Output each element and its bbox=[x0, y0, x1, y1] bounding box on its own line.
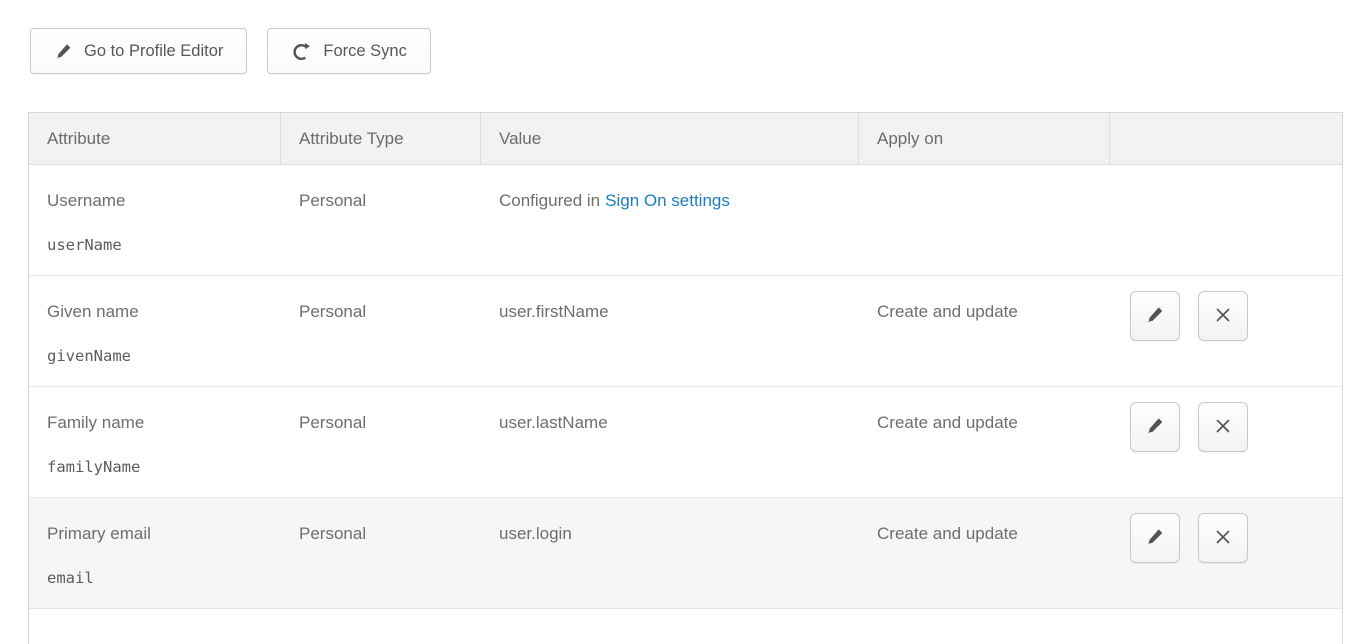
column-header-apply-on: Apply on bbox=[859, 113, 1110, 164]
table-row: Family name familyName Personal user.las… bbox=[29, 387, 1342, 498]
apply-on-value bbox=[859, 165, 1110, 275]
attribute-variable: familyName bbox=[47, 458, 271, 476]
pencil-icon bbox=[1145, 416, 1165, 439]
attribute-label: Given name bbox=[47, 302, 271, 322]
value-text: Configured in bbox=[499, 191, 600, 210]
value-cell: user.login bbox=[481, 498, 859, 608]
attribute-mappings-page: Go to Profile Editor Force Sync Attribut… bbox=[0, 0, 1370, 644]
attribute-type: Personal bbox=[281, 387, 481, 497]
delete-attribute-button[interactable] bbox=[1198, 402, 1248, 452]
close-icon bbox=[1213, 527, 1233, 550]
apply-on-value: Create and update bbox=[859, 498, 1110, 608]
go-to-profile-editor-label: Go to Profile Editor bbox=[84, 42, 223, 61]
column-header-actions bbox=[1110, 113, 1342, 164]
force-sync-label: Force Sync bbox=[323, 42, 406, 61]
edit-attribute-button[interactable] bbox=[1130, 402, 1180, 452]
table-row: Username userName Personal Configured in… bbox=[29, 165, 1342, 276]
table-header-row: Attribute Attribute Type Value Apply on bbox=[29, 113, 1342, 165]
value-cell: user.lastName bbox=[481, 387, 859, 497]
attribute-cell: Username userName bbox=[29, 165, 281, 275]
attribute-variable: userName bbox=[47, 236, 271, 254]
attribute-cell: Family name familyName bbox=[29, 387, 281, 497]
column-header-value: Value bbox=[481, 113, 859, 164]
edit-attribute-button[interactable] bbox=[1130, 291, 1180, 341]
pencil-icon bbox=[54, 42, 73, 61]
attribute-variable: givenName bbox=[47, 347, 271, 365]
go-to-profile-editor-button[interactable]: Go to Profile Editor bbox=[30, 28, 247, 74]
attribute-type: Personal bbox=[281, 498, 481, 608]
sign-on-settings-link[interactable]: Sign On settings bbox=[605, 191, 730, 210]
row-actions bbox=[1110, 276, 1248, 386]
delete-attribute-button[interactable] bbox=[1198, 513, 1248, 563]
attribute-mapping-table: Attribute Attribute Type Value Apply on … bbox=[28, 112, 1343, 644]
row-actions bbox=[1110, 387, 1248, 497]
attribute-label: Username bbox=[47, 191, 271, 211]
attribute-label: Family name bbox=[47, 413, 271, 433]
delete-attribute-button[interactable] bbox=[1198, 291, 1248, 341]
table-row: Given name givenName Personal user.first… bbox=[29, 276, 1342, 387]
pencil-icon bbox=[1145, 527, 1165, 550]
pencil-icon bbox=[1145, 305, 1165, 328]
row-actions bbox=[1110, 498, 1248, 608]
attribute-label: Primary email bbox=[47, 524, 271, 544]
toolbar: Go to Profile Editor Force Sync bbox=[30, 28, 431, 74]
force-sync-button[interactable]: Force Sync bbox=[267, 28, 430, 74]
value-text: user.login bbox=[499, 524, 572, 543]
column-header-attribute: Attribute bbox=[29, 113, 281, 164]
value-cell: user.firstName bbox=[481, 276, 859, 386]
table-body: Username userName Personal Configured in… bbox=[29, 165, 1342, 609]
close-icon bbox=[1213, 305, 1233, 328]
value-text: user.firstName bbox=[499, 302, 609, 321]
attribute-type: Personal bbox=[281, 276, 481, 386]
apply-on-value: Create and update bbox=[859, 387, 1110, 497]
column-header-attribute-type: Attribute Type bbox=[281, 113, 481, 164]
attribute-cell: Primary email email bbox=[29, 498, 281, 608]
value-text: user.lastName bbox=[499, 413, 608, 432]
attribute-type: Personal bbox=[281, 165, 481, 275]
row-actions bbox=[1110, 165, 1130, 275]
refresh-icon bbox=[291, 41, 312, 62]
close-icon bbox=[1213, 416, 1233, 439]
empty-row bbox=[29, 609, 1342, 644]
value-cell: Configured in Sign On settings bbox=[481, 165, 859, 275]
apply-on-value: Create and update bbox=[859, 276, 1110, 386]
edit-attribute-button[interactable] bbox=[1130, 513, 1180, 563]
attribute-variable: email bbox=[47, 569, 271, 587]
attribute-cell: Given name givenName bbox=[29, 276, 281, 386]
table-row: Primary email email Personal user.login … bbox=[29, 498, 1342, 609]
